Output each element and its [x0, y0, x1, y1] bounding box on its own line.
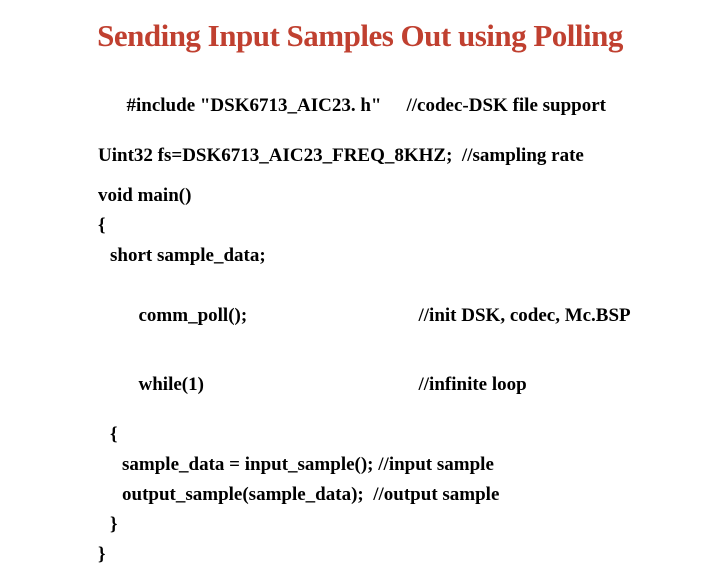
code-text: while(1)	[139, 375, 419, 395]
code-line: #include "DSK6713_AIC23. h"//codec-DSK f…	[98, 76, 692, 136]
slide-container: Sending Input Samples Out using Polling …	[0, 0, 720, 540]
code-line: short sample_data;	[98, 246, 692, 266]
code-line: sample_data = input_sample(); //input sa…	[98, 455, 692, 475]
code-line: comm_poll();//init DSK, codec, Mc.BSP	[98, 286, 692, 346]
code-line: void main()	[98, 186, 692, 206]
code-block: #include "DSK6713_AIC23. h"//codec-DSK f…	[28, 76, 692, 565]
code-text: comm_poll();	[139, 306, 419, 326]
slide-title: Sending Input Samples Out using Polling	[28, 18, 692, 54]
code-comment: //infinite loop	[419, 375, 527, 395]
code-text: #include "DSK6713_AIC23. h"	[127, 96, 407, 116]
code-line: while(1)//infinite loop	[98, 355, 692, 415]
code-line: output_sample(sample_data); //output sam…	[98, 485, 692, 505]
code-comment: //init DSK, codec, Mc.BSP	[419, 306, 631, 326]
code-comment: //codec-DSK file support	[407, 96, 607, 116]
blank-line	[98, 276, 692, 286]
code-line: }	[98, 545, 692, 565]
code-line: {	[98, 425, 692, 445]
code-line: }	[98, 515, 692, 535]
code-line: Uint32 fs=DSK6713_AIC23_FREQ_8KHZ; //sam…	[98, 146, 692, 166]
code-line: {	[98, 216, 692, 236]
